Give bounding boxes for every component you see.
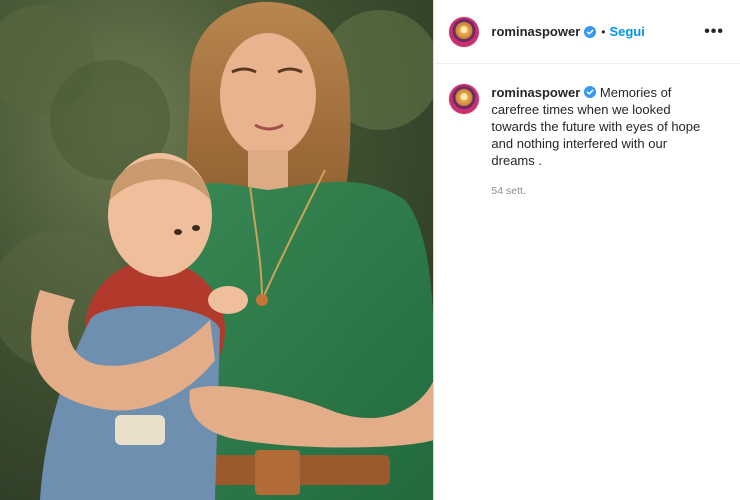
verified-badge-icon xyxy=(584,25,597,38)
post-header: rominaspower • Segui ••• xyxy=(434,0,740,64)
post-sidebar: rominaspower • Segui ••• rominaspower Me… xyxy=(434,0,740,500)
post-photo[interactable] xyxy=(0,0,435,500)
caption-avatar[interactable] xyxy=(449,84,480,114)
header-separator: • xyxy=(601,24,606,39)
profile-avatar[interactable] xyxy=(449,16,480,47)
header-username[interactable]: rominaspower xyxy=(491,24,580,39)
post-caption: rominaspower Memories of carefree times … xyxy=(434,64,740,200)
more-options-icon[interactable]: ••• xyxy=(704,23,724,41)
instagram-post: rominaspower • Segui ••• rominaspower Me… xyxy=(0,0,740,500)
verified-badge-icon xyxy=(584,86,597,98)
post-time[interactable]: 54 sett. xyxy=(491,183,706,200)
caption-username[interactable]: rominaspower xyxy=(491,85,580,100)
caption-body: rominaspower Memories of carefree times … xyxy=(491,84,706,200)
follow-button[interactable]: Segui xyxy=(609,24,644,39)
photo-illustration xyxy=(0,0,434,500)
